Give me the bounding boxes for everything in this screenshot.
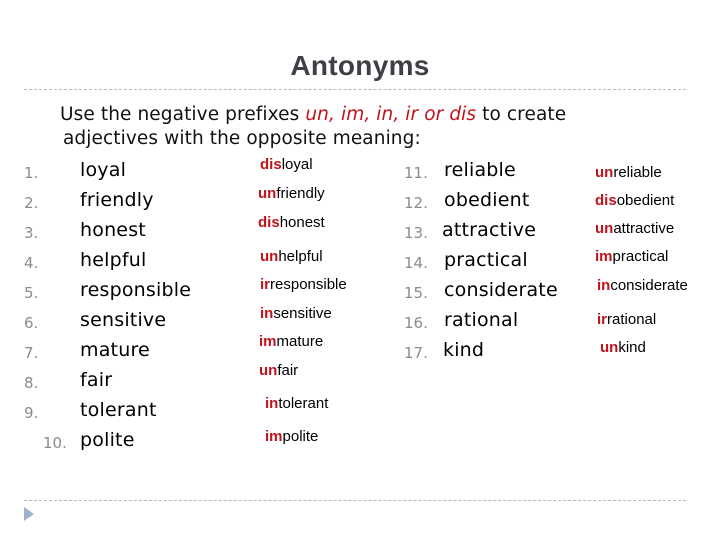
base-word: rational [444,309,519,331]
base-word: kind [443,339,485,361]
antonym-stem: polite [282,428,319,445]
antonym-stem: reliable [613,164,662,181]
item-number: 3. [24,224,39,242]
antonym-stem: practical [612,248,669,265]
play-triangle-icon[interactable] [24,507,34,521]
antonym-prefix: dis [258,214,280,231]
antonym-prefix: un [595,164,614,181]
instructions-line-2: adjectives with the opposite meaning: [63,128,421,149]
base-word: sensitive [80,309,167,331]
antonym-stem: kind [618,339,646,356]
item-number: 2. [24,194,39,212]
antonym-prefix: un [259,362,278,379]
antonym: inconsiderate [597,277,688,294]
base-word: polite [80,429,135,451]
antonym: dishonest [258,214,325,231]
antonym-stem: obedient [616,192,675,209]
item-number: 5. [24,284,39,302]
base-word: helpful [80,249,147,271]
antonym-prefix: in [597,277,611,294]
antonym-stem: honest [279,214,325,231]
base-word: considerate [444,279,558,301]
base-word: tolerant [80,399,157,421]
item-number: 1. [24,164,39,182]
item-number: 9. [24,404,39,422]
footer-divider [24,500,686,501]
antonym-stem: fair [277,362,299,379]
antonym: unreliable [595,164,662,181]
antonym-stem: rational [607,311,657,328]
antonym-stem: considerate [610,277,688,294]
base-word: mature [80,339,150,361]
item-number: 7. [24,344,39,362]
antonym: impolite [265,428,318,445]
antonym-prefix: dis [595,192,617,209]
antonym-prefix: un [595,220,614,237]
antonym-stem: friendly [276,185,325,202]
item-number: 15. [404,284,428,302]
antonym-stem: responsible [270,276,347,293]
base-word: fair [80,369,113,391]
item-number: 8. [24,374,39,392]
antonym: unfair [259,362,298,379]
base-word: obedient [444,189,530,211]
base-word: practical [444,249,528,271]
slide-title: Antonyms [290,50,430,81]
item-number: 6. [24,314,39,332]
item-number: 13. [404,224,428,242]
antonym-prefix: dis [260,156,282,173]
base-word: reliable [444,159,516,181]
antonym: intolerant [265,395,328,412]
antonym-prefix: im [265,428,283,445]
antonym-stem: mature [276,333,324,350]
antonym-stem: attractive [613,220,675,237]
base-word: friendly [80,189,154,211]
item-number: 14. [404,254,428,272]
antonym: unhelpful [260,248,323,265]
antonym: disobedient [595,192,674,209]
item-number: 4. [24,254,39,272]
base-word: loyal [80,159,127,181]
item-number: 17. [404,344,428,362]
antonym: irrational [597,311,656,328]
antonym-prefix: in [260,305,274,322]
base-word: honest [80,219,146,241]
title-divider [24,89,686,90]
antonym-stem: sensitive [273,305,332,322]
item-number: 16. [404,314,428,332]
antonym: immature [259,333,323,350]
instructions-text: Use the negative prefixes [60,104,306,125]
antonym-prefix: un [258,185,277,202]
antonym: irresponsible [260,276,347,293]
antonym-prefix: un [600,339,619,356]
antonym-stem: tolerant [278,395,329,412]
antonym-stem: loyal [281,156,313,173]
base-word: attractive [442,219,537,241]
antonym: unkind [600,339,646,356]
antonym: insensitive [260,305,332,322]
antonym-prefix: ir [260,276,271,293]
antonym: unattractive [595,220,674,237]
prefix-list: un, im, in, ir or dis [305,104,477,125]
instructions-text-end: to create [476,104,567,125]
antonym: unfriendly [258,185,325,202]
antonym-prefix: im [595,248,613,265]
antonym-prefix: im [259,333,277,350]
base-word: responsible [80,279,192,301]
instructions: Use the negative prefixes un, im, in, ir… [60,103,566,151]
item-number: 12. [404,194,428,212]
antonym-stem: helpful [278,248,323,265]
antonym-prefix: ir [597,311,608,328]
antonym: impractical [595,248,668,265]
antonym: disloyal [260,156,313,173]
antonym-prefix: un [260,248,279,265]
item-number: 11. [404,164,428,182]
antonym-prefix: in [265,395,279,412]
